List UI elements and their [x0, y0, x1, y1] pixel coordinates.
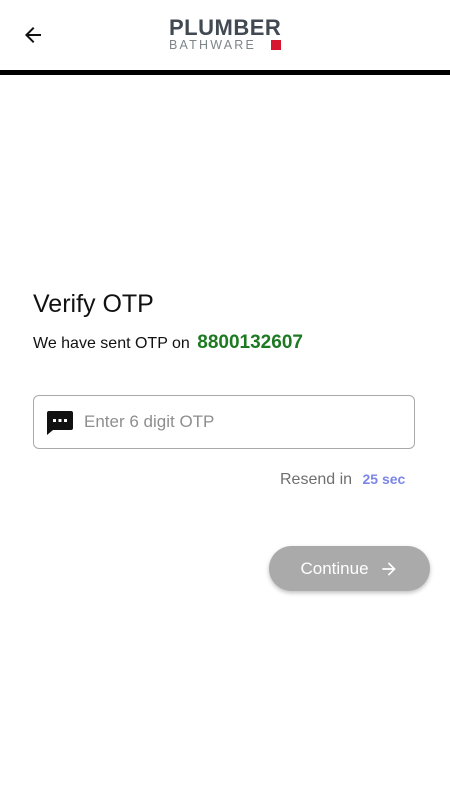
header-divider — [0, 70, 450, 75]
resend-label: Resend in — [280, 471, 353, 488]
otp-input[interactable] — [84, 396, 404, 447]
logo-wordmark-top: PLUMBER — [169, 15, 282, 40]
arrow-left-icon — [25, 27, 41, 43]
sms-icon — [47, 411, 73, 435]
resend-timer-row: Resend in 25 sec — [280, 468, 405, 491]
brand-logo: PLUMBER BATHWARE — [169, 17, 283, 53]
page-title: Verify OTP — [33, 290, 154, 318]
phone-number: 8800132607 — [197, 332, 303, 353]
logo-accent-square — [271, 40, 281, 50]
otp-field[interactable] — [33, 395, 415, 449]
verify-otp-screen: PLUMBER BATHWARE Verify OTP We have sent… — [0, 0, 450, 800]
continue-label: Continue — [300, 558, 369, 578]
app-bar: PLUMBER BATHWARE — [0, 0, 450, 70]
otp-sent-message: We have sent OTP on 8800132607 — [33, 331, 303, 356]
otp-sent-prefix: We have sent OTP on — [33, 335, 190, 352]
continue-button[interactable]: Continue — [269, 546, 430, 591]
back-button[interactable] — [16, 18, 50, 52]
logo-wordmark-bottom: BATHWARE — [169, 38, 257, 52]
arrow-right-icon — [381, 561, 396, 576]
resend-countdown: 25 sec — [362, 471, 406, 487]
